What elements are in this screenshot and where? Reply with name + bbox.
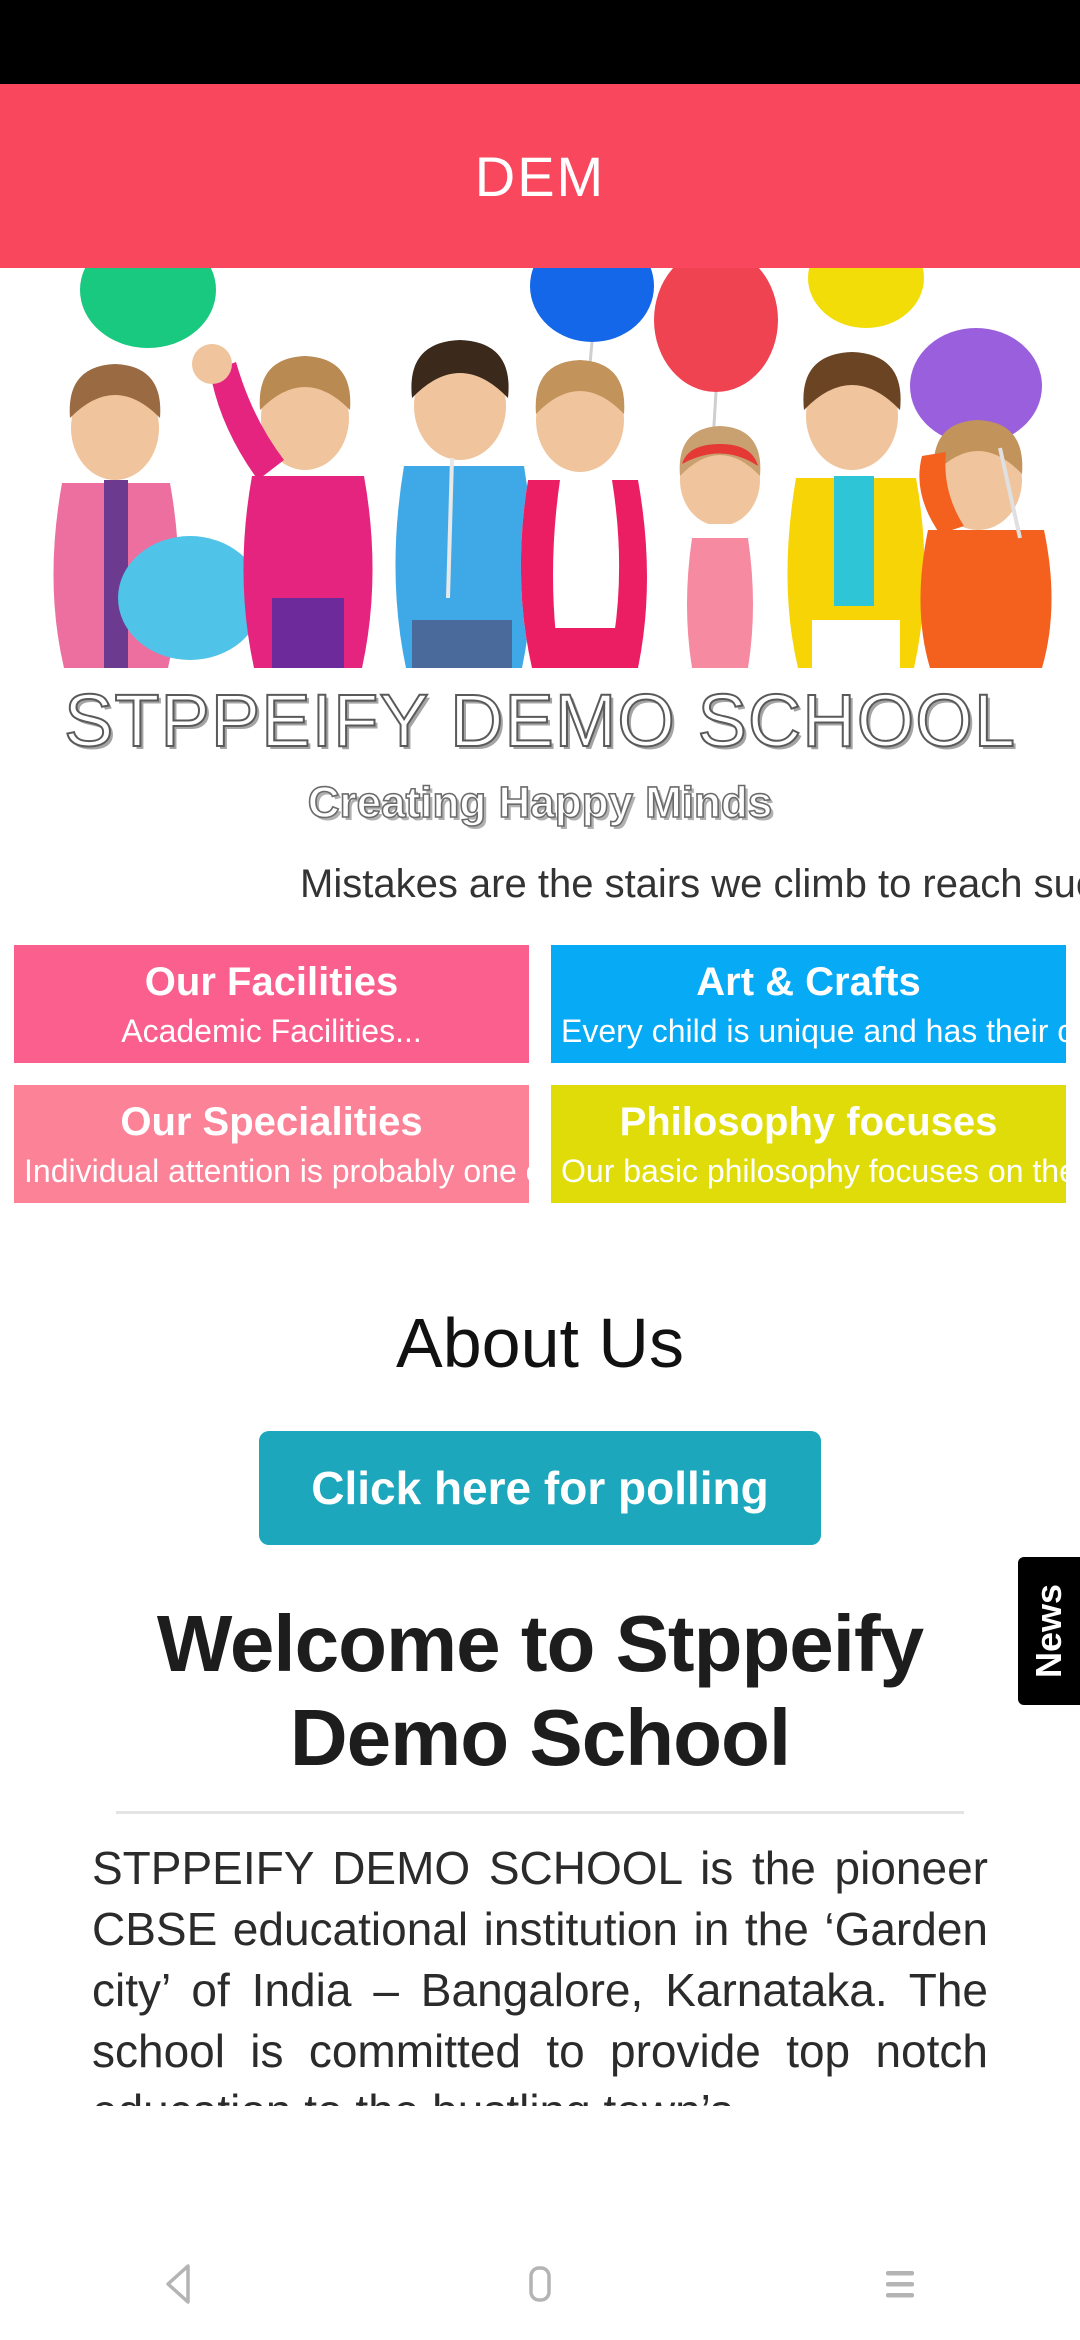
marquee-text: Mistakes are the stairs we climb to reac… (300, 861, 1080, 906)
news-side-tab[interactable]: News (1018, 1557, 1080, 1705)
status-bar (0, 0, 1080, 84)
about-body-text: STPPEIFY DEMO SCHOOL is the pioneer CBSE… (92, 1842, 988, 2106)
back-icon (152, 2256, 208, 2315)
banner-illustration (0, 268, 1080, 668)
banner-image (0, 268, 1080, 668)
tile-title: Our Facilities (144, 959, 399, 1004)
tile-title: Our Specialities (120, 1099, 423, 1144)
tile-subtitle: Our basic philosophy focuses on the s (561, 1152, 1066, 1189)
school-tagline: Creating Happy Minds (307, 777, 773, 828)
banner-photo (0, 268, 1080, 668)
about-us-heading: About Us (396, 1303, 684, 1382)
section-divider (116, 1811, 964, 1815)
nav-recents-button[interactable] (830, 2240, 970, 2330)
polling-button[interactable]: Click here for polling (259, 1430, 821, 1545)
school-identity: STPPEIFY DEMO SCHOOL Creating Happy Mind… (0, 668, 1080, 907)
tile-art-and-crafts[interactable]: Art & Crafts Every child is unique and h… (551, 944, 1066, 1063)
category-tiles: Our Facilities Academic Facilities... Ar… (0, 944, 1080, 1203)
news-side-tab-label: News (1028, 1583, 1070, 1679)
app-header: DEM (0, 84, 1080, 268)
tile-subtitle: Academic Facilities... (121, 1012, 422, 1049)
welcome-heading: Welcome to Stppeify Demo School (156, 1598, 924, 1783)
tile-title: Philosophy focuses (619, 1099, 998, 1144)
tile-our-facilities[interactable]: Our Facilities Academic Facilities... (14, 944, 529, 1063)
tile-subtitle: Individual attention is probably one of (24, 1152, 529, 1189)
tile-title: Art & Crafts (696, 959, 921, 1004)
android-navigation-bar (0, 2230, 1080, 2340)
tile-our-specialities[interactable]: Our Specialities Individual attention is… (14, 1084, 529, 1203)
nav-home-button[interactable] (470, 2240, 610, 2330)
poll-button-wrapper: Click here for polling (0, 1430, 1080, 1545)
home-icon (512, 2256, 568, 2315)
tile-philosophy-focuses[interactable]: Philosophy focuses Our basic philosophy … (551, 1084, 1066, 1203)
school-name: STPPEIFY DEMO SCHOOL (63, 679, 1017, 762)
recents-icon (872, 2256, 928, 2315)
app-header-title: DEM (474, 144, 606, 208)
tile-subtitle: Every child is unique and has their ow (561, 1012, 1066, 1049)
nav-back-button[interactable] (110, 2240, 250, 2330)
